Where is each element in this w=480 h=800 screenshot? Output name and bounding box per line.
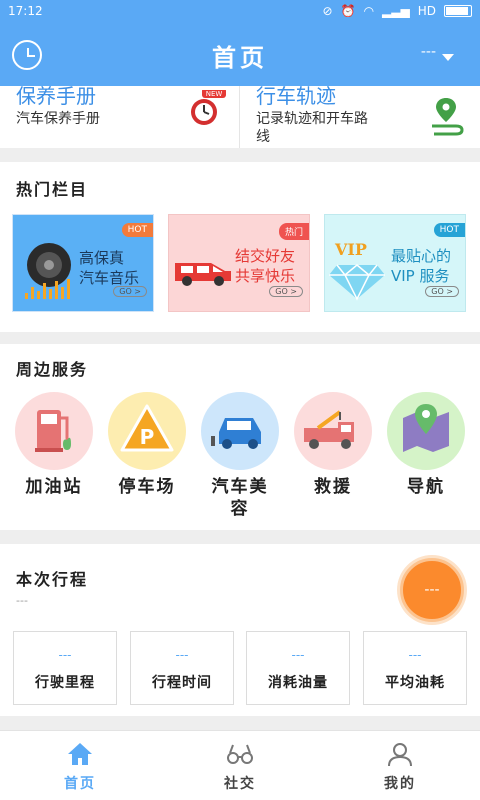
service-parking[interactable]: P 停车场 <box>108 392 186 498</box>
alarm-clock-icon: NEW <box>191 90 226 125</box>
status-time: 17:12 <box>8 4 43 18</box>
battery-icon <box>444 5 472 17</box>
diamond-icon: VIP <box>329 240 385 301</box>
hot-vip-line1: 最贴心的 <box>391 247 452 265</box>
stat-label: 消耗油量 <box>268 675 328 691</box>
hot-card-friends[interactable]: 热门 结交好友 共享快乐 GO > <box>168 214 310 312</box>
tab-home[interactable]: 首页 <box>0 731 160 800</box>
glasses-icon <box>227 744 253 764</box>
wifi-icon: ◠ <box>363 4 375 18</box>
go-button[interactable]: GO > <box>425 286 459 297</box>
service-label: 停车场 <box>118 477 176 497</box>
maintenance-subtitle: 汽车保养手册 <box>16 111 100 127</box>
service-label: 救援 <box>314 477 352 497</box>
tab-label: 社交 <box>224 776 256 792</box>
service-gas-station[interactable]: 加油站 <box>15 392 93 498</box>
hot-tag: 热门 <box>278 223 309 240</box>
home-icon <box>68 743 92 765</box>
hot-music-line1: 高保真 <box>79 249 125 267</box>
trip-score-badge[interactable]: --- <box>400 558 464 622</box>
tow-truck-icon <box>294 392 372 470</box>
hot-friends-line1: 结交好友 <box>235 247 296 265</box>
tab-mine[interactable]: 我的 <box>320 731 480 800</box>
track-subtitle: 记录轨迹和开车路 线 <box>256 108 368 148</box>
signal-icon: ▂▃▅ <box>382 4 410 18</box>
vip-text: VIP <box>334 240 367 259</box>
stat-label: 平均油耗 <box>385 675 445 691</box>
car-wash-icon <box>201 392 279 470</box>
speaker-icon <box>25 243 71 299</box>
hot-friends-line2: 共享快乐 <box>235 267 296 285</box>
service-rescue[interactable]: 救援 <box>294 392 372 498</box>
service-label-line2: 容 <box>230 499 250 519</box>
service-label: 汽车美 容 <box>201 476 279 520</box>
go-button[interactable]: GO > <box>113 286 147 297</box>
page-title: 首页 <box>212 43 268 72</box>
new-badge: NEW <box>206 90 223 98</box>
trip-section-title: 本次行程 <box>16 570 89 589</box>
van-icon <box>175 263 231 286</box>
svg-text:P: P <box>140 425 155 449</box>
stat-label: 行驶里程 <box>35 675 95 691</box>
stat-value: --- <box>408 648 422 662</box>
status-bar: 17:12 ⊘ ⏰ ◠ ▂▃▅ HD <box>0 0 480 24</box>
service-label: 加油站 <box>25 477 83 497</box>
map-pin-icon <box>387 392 465 470</box>
stat-label: 行程时间 <box>152 675 212 691</box>
hot-section-title: 热门栏目 <box>16 180 89 199</box>
stat-fuel-used: --- 消耗油量 <box>246 631 350 705</box>
stat-trip-time: --- 行程时间 <box>130 631 234 705</box>
stat-mileage: --- 行驶里程 <box>13 631 117 705</box>
status-icons: ⊘ ⏰ ◠ ▂▃▅ HD <box>323 3 472 19</box>
chevron-down-icon[interactable] <box>442 54 454 61</box>
driving-track-card[interactable]: 行车轨迹 记录轨迹和开车路 线 <box>240 84 480 148</box>
service-label: 导航 <box>407 477 445 497</box>
hot-card-vip[interactable]: HOT VIP 最贴心的 VIP 服务 GO > <box>324 214 466 312</box>
service-car-wash[interactable]: 汽车美 容 <box>201 392 279 520</box>
tab-label: 首页 <box>64 776 96 792</box>
alarm-icon: ⏰ <box>340 4 356 18</box>
trip-subtitle: --- <box>16 594 28 607</box>
gas-station-icon <box>15 392 93 470</box>
service-label-line1: 汽车美 <box>211 477 269 497</box>
network-type: HD <box>417 4 436 18</box>
hot-music-line2: 汽车音乐 <box>79 269 140 287</box>
maintenance-title: 保养手册 <box>16 84 96 108</box>
stat-avg-fuel: --- 平均油耗 <box>363 631 467 705</box>
stat-value: --- <box>175 648 189 662</box>
mute-alarm-icon: ⊘ <box>322 4 333 18</box>
track-subtitle-line1: 记录轨迹和开车路 <box>256 111 368 127</box>
route-pin-icon <box>432 98 464 136</box>
hot-tag: HOT <box>121 223 153 237</box>
hot-tag: HOT <box>433 223 465 237</box>
track-title: 行车轨迹 <box>256 84 336 108</box>
stat-value: --- <box>291 648 305 662</box>
hot-vip-line2: VIP 服务 <box>391 267 450 285</box>
parking-icon: P <box>108 392 186 470</box>
tab-social[interactable]: 社交 <box>160 731 320 800</box>
tab-label: 我的 <box>384 776 416 792</box>
services-section-title: 周边服务 <box>16 360 89 379</box>
app-bar: 首页 --- <box>0 24 480 86</box>
go-button[interactable]: GO > <box>269 286 303 297</box>
maintenance-manual-card[interactable]: 保养手册 汽车保养手册 NEW <box>0 84 239 148</box>
person-icon <box>388 743 412 767</box>
top-cards: 保养手册 汽车保养手册 NEW 行车轨迹 记录轨迹和开车路 线 <box>0 84 480 148</box>
user-name[interactable]: --- <box>421 44 436 60</box>
stat-value: --- <box>58 648 72 662</box>
bottom-tab-bar: 首页 社交 我的 <box>0 730 480 800</box>
service-navigation[interactable]: 导航 <box>387 392 465 498</box>
hot-card-music[interactable]: HOT 高保真 汽车音乐 GO > <box>12 214 154 312</box>
